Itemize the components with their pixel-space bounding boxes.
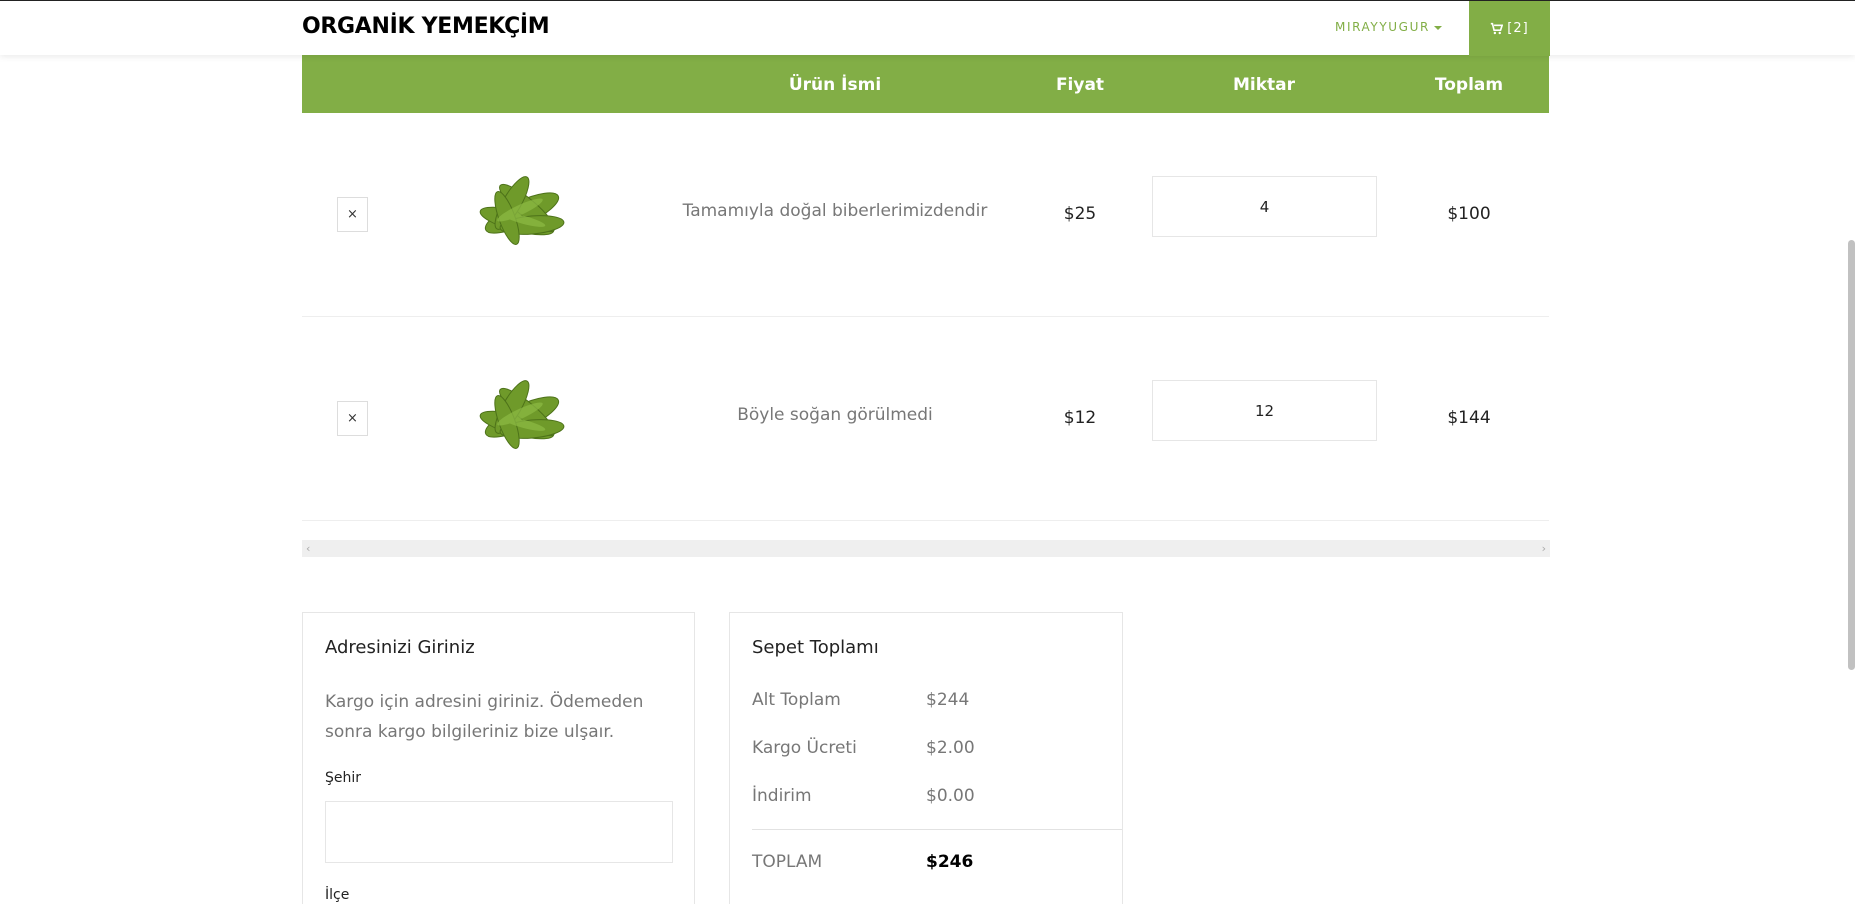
subtotal-value: $244 xyxy=(926,690,970,710)
caret-down-icon xyxy=(1433,25,1442,30)
city-label: Şehir xyxy=(325,770,362,786)
grand-total-value: $246 xyxy=(926,852,974,872)
scroll-right-arrow-icon[interactable]: › xyxy=(1542,542,1546,555)
quantity-input[interactable] xyxy=(1152,176,1377,237)
remove-item-button[interactable]: × xyxy=(337,401,368,436)
header-product-name: Ürün İsmi xyxy=(788,75,882,95)
cart-button[interactable]: [2] xyxy=(1469,1,1550,56)
cart-table-header: Ürün İsmi Fiyat Miktar Toplam xyxy=(302,55,1549,113)
address-card-title: Adresinizi Giriniz xyxy=(325,637,475,658)
discount-row: İndirim $0.00 xyxy=(752,786,1122,806)
cart-icon xyxy=(1491,22,1504,35)
remove-item-button[interactable]: × xyxy=(337,197,368,232)
user-menu-label: MIRAYYUGUR xyxy=(1335,20,1430,34)
shipping-value: $2.00 xyxy=(926,738,975,758)
header-price: Fiyat xyxy=(1055,75,1105,95)
district-label: İlçe xyxy=(325,887,350,903)
quantity-input[interactable] xyxy=(1152,380,1377,441)
product-image xyxy=(479,176,565,245)
product-image xyxy=(479,380,565,449)
grand-total-label: TOPLAM xyxy=(752,852,823,872)
subtotal-label: Alt Toplam xyxy=(752,690,841,710)
cart-totals-title: Sepet Toplamı xyxy=(752,637,879,658)
header-quantity: Miktar xyxy=(1232,75,1296,95)
product-name[interactable]: Böyle soğan görülmedi xyxy=(737,405,933,425)
cart-totals-card: Sepet Toplamı Alt Toplam $244 Kargo Ücre… xyxy=(729,612,1123,904)
product-price: $12 xyxy=(1063,408,1097,428)
brand-logo[interactable]: ORGANİK YEMEKÇİM xyxy=(302,14,550,39)
row-total: $100 xyxy=(1447,204,1491,224)
discount-value: $0.00 xyxy=(926,786,975,806)
header-total: Toplam xyxy=(1434,75,1504,95)
subtotal-row: Alt Toplam $244 xyxy=(752,690,1122,710)
table-row: × Böyle soğan görülmedi $12 $144 xyxy=(302,317,1549,521)
scroll-left-arrow-icon[interactable]: ‹ xyxy=(306,542,310,555)
city-input[interactable] xyxy=(325,801,673,863)
product-price: $25 xyxy=(1063,204,1097,224)
table-row: × Tamamıyla doğal biberlerimizdendir $25… xyxy=(302,113,1549,317)
shipping-row: Kargo Ücreti $2.00 xyxy=(752,738,1122,758)
shipping-label: Kargo Ücreti xyxy=(752,738,857,758)
cart-count: [2] xyxy=(1507,21,1529,36)
product-name[interactable]: Tamamıyla doğal biberlerimizdendir xyxy=(683,201,988,221)
address-description: Kargo için adresini giriniz. Ödemeden so… xyxy=(325,692,644,742)
discount-label: İndirim xyxy=(752,786,812,806)
address-card: Adresinizi Giriniz Kargo için adresini g… xyxy=(302,612,695,904)
table-horizontal-scrollbar[interactable]: ‹ › xyxy=(302,540,1550,557)
row-total: $144 xyxy=(1447,408,1491,428)
user-menu-dropdown[interactable]: MIRAYYUGUR xyxy=(1335,20,1442,34)
totals-divider xyxy=(752,829,1122,830)
page-vertical-scrollbar[interactable] xyxy=(1848,240,1855,670)
grand-total-row: TOPLAM $246 xyxy=(752,852,973,872)
top-navbar: ORGANİK YEMEKÇİM MIRAYYUGUR [2] xyxy=(0,0,1855,56)
